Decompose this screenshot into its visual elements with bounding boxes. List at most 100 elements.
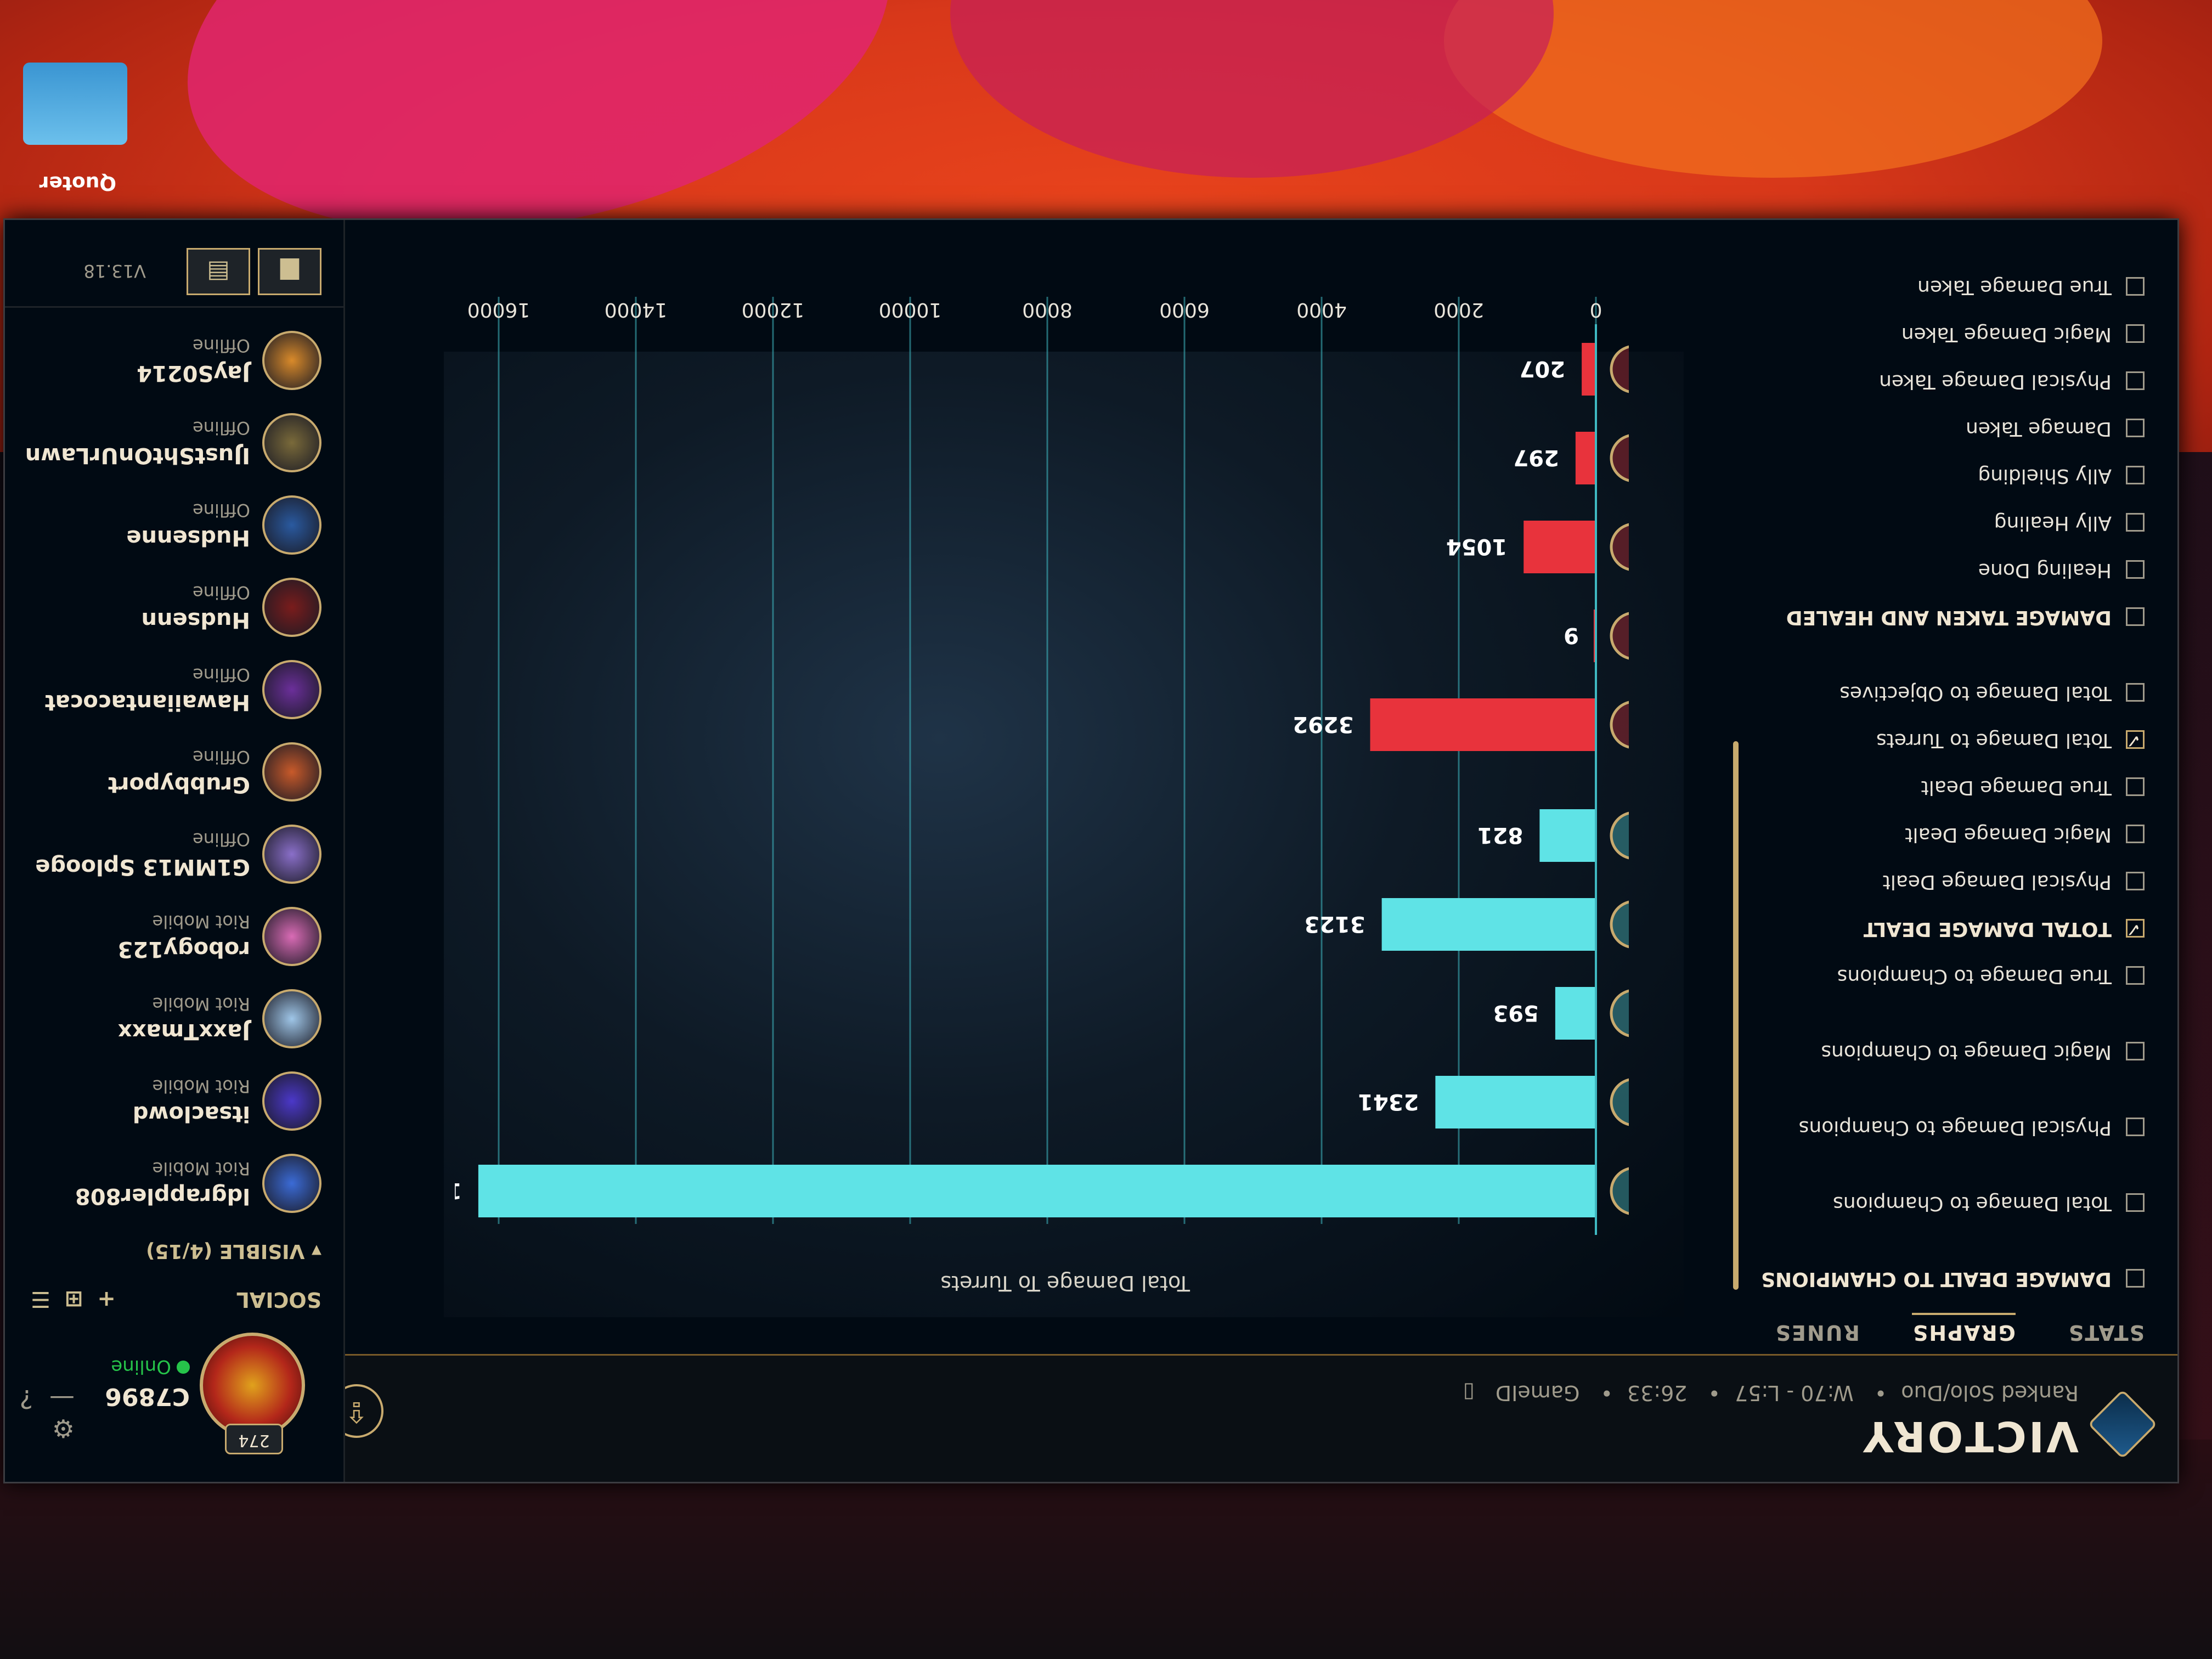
minimize-icon[interactable]: —	[49, 1384, 75, 1414]
x-tick-label: 14000	[605, 298, 668, 321]
checkbox[interactable]	[2126, 371, 2145, 390]
bar[interactable]	[478, 1165, 1596, 1217]
stat-option[interactable]: Total Damage to Champions	[1760, 1138, 2145, 1215]
folder-icon[interactable]	[23, 63, 127, 145]
bar[interactable]	[1539, 809, 1596, 862]
friend-item[interactable]: JaxxTmaxx Riot Mobile	[14, 983, 321, 1054]
bar[interactable]	[1381, 898, 1596, 951]
checkbox[interactable]	[2126, 1042, 2145, 1060]
champion-icon[interactable]	[1610, 900, 1629, 949]
add-group-icon[interactable]: ⊞	[65, 1286, 83, 1312]
checkbox[interactable]	[2126, 277, 2145, 296]
stat-option[interactable]: True Damage Taken	[1760, 251, 2145, 298]
tab-graphs[interactable]: GRAPHS	[1911, 1313, 2016, 1345]
folder-icon[interactable]: ▆	[258, 248, 321, 295]
champion-icon[interactable]	[1610, 1077, 1629, 1127]
game-id[interactable]: GameID	[1496, 1381, 1580, 1405]
stat-list-scrollbar[interactable]	[1733, 741, 1739, 1290]
friend-item[interactable]: itsaclowd Riot Mobile	[14, 1065, 321, 1136]
checkbox[interactable]	[2126, 919, 2145, 938]
friend-item[interactable]: G1MM13 Splooge Offline	[14, 818, 321, 889]
win-loss-record: W:70 - L:57	[1735, 1381, 1854, 1405]
champion-icon[interactable]	[1610, 700, 1629, 749]
friend-status: Offline	[193, 664, 250, 685]
stat-option[interactable]: True Damage to Champions	[1760, 940, 2145, 988]
stat-option[interactable]: True Damage Dealt	[1760, 751, 2145, 799]
stat-option[interactable]: Ally Shielding	[1760, 439, 2145, 487]
system-icons: ⚙—?	[14, 1384, 91, 1443]
checkbox[interactable]	[2126, 825, 2145, 843]
friend-item[interactable]: IJustShtOnUrLawn Offline	[14, 407, 321, 478]
bar[interactable]	[1575, 432, 1596, 484]
champion-icon[interactable]	[1610, 522, 1629, 572]
champion-icon[interactable]	[1610, 989, 1629, 1038]
checkbox[interactable]	[2126, 1269, 2145, 1288]
checkbox[interactable]	[2126, 607, 2145, 626]
stat-option-label: Total Damage to Turrets	[1876, 729, 2112, 752]
friend-item[interactable]: Hudsenn Offline	[14, 571, 321, 642]
friend-status: Riot Mobile	[152, 994, 250, 1014]
friend-name: Hawaiiantacocat	[44, 690, 250, 715]
champion-icon[interactable]	[1610, 611, 1629, 661]
add-friend-icon[interactable]: +	[97, 1286, 116, 1312]
friend-item[interactable]: Grubbyport Offline	[14, 736, 321, 807]
gear-icon[interactable]: ⚙	[52, 1414, 75, 1443]
stat-option[interactable]: DAMAGE TAKEN AND HEALED	[1760, 581, 2145, 629]
bar-value-label: 16297	[455, 1178, 462, 1203]
friend-item[interactable]: Hawaiiantacocat Offline	[14, 653, 321, 725]
friend-avatar	[262, 825, 321, 884]
checkbox[interactable]	[2126, 1118, 2145, 1136]
champion-icon[interactable]	[1610, 1166, 1629, 1216]
bar-value-label: 2341	[1358, 1089, 1419, 1114]
avatar[interactable]	[200, 1333, 305, 1438]
stat-option[interactable]: Magic Damage Dealt	[1760, 798, 2145, 846]
bar[interactable]	[1370, 698, 1596, 751]
checkbox[interactable]	[2126, 872, 2145, 890]
stat-option[interactable]: Ally Healing	[1760, 487, 2145, 534]
help-icon[interactable]: ?	[20, 1384, 33, 1414]
stat-option[interactable]: Healing Done	[1760, 534, 2145, 582]
checkbox[interactable]	[2126, 683, 2145, 702]
champion-icon[interactable]	[1610, 345, 1629, 394]
checkbox[interactable]	[2126, 730, 2145, 749]
stat-option[interactable]: Physical Damage Taken	[1760, 345, 2145, 393]
checkbox[interactable]	[2126, 513, 2145, 532]
stat-option-label: Total Damage to Objectives	[1839, 682, 2112, 704]
bar[interactable]	[1555, 987, 1596, 1040]
checkbox[interactable]	[2126, 966, 2145, 985]
tab-runes[interactable]: RUNES	[1775, 1315, 1860, 1345]
notes-icon[interactable]: ▤	[187, 248, 250, 295]
stat-option[interactable]: Physical Damage Dealt	[1760, 845, 2145, 893]
bar[interactable]	[1435, 1076, 1596, 1128]
summoner-level: 274	[225, 1424, 283, 1454]
stat-option[interactable]: TOTAL DAMAGE DEALT	[1760, 893, 2145, 940]
stat-option[interactable]: Total Damage to Objectives	[1760, 628, 2145, 704]
stat-option[interactable]: Physical Damage to Champions	[1760, 1063, 2145, 1139]
checkbox[interactable]	[2126, 419, 2145, 437]
online-status[interactable]: Online	[111, 1356, 190, 1378]
stat-option[interactable]: Magic Damage Taken	[1760, 298, 2145, 346]
list-icon[interactable]: ☰	[31, 1286, 50, 1312]
copy-icon[interactable]: ▯	[1463, 1381, 1475, 1405]
checkbox[interactable]	[2126, 466, 2145, 484]
stat-option[interactable]: Total Damage to Turrets	[1760, 704, 2145, 752]
checkbox[interactable]	[2126, 560, 2145, 579]
friend-item[interactable]: Hudsenne Offline	[14, 489, 321, 560]
stat-option[interactable]: Magic Damage to Champions	[1760, 987, 2145, 1063]
friend-item[interactable]: ldgrappler808 Riot Mobile	[14, 1147, 321, 1218]
checkbox[interactable]	[2126, 1193, 2145, 1212]
friend-item[interactable]: robogy123 Riot Mobile	[14, 900, 321, 972]
checkbox[interactable]	[2126, 324, 2145, 343]
champion-icon[interactable]	[1610, 811, 1629, 860]
friend-item[interactable]: JayS0214 Offline	[14, 324, 321, 396]
visible-group-header[interactable]: ▾ VISIBLE (4/15)	[146, 1240, 321, 1262]
checkbox[interactable]	[2126, 777, 2145, 796]
bar[interactable]	[1582, 343, 1596, 396]
tab-stats[interactable]: STATS	[2068, 1315, 2145, 1345]
stat-option[interactable]: Damage Taken	[1760, 392, 2145, 440]
stat-option-label: Ally Shielding	[1978, 465, 2112, 487]
stat-option[interactable]: DAMAGE DEALT TO CHAMPIONS	[1760, 1214, 2145, 1290]
champion-icon[interactable]	[1610, 433, 1629, 483]
summoner-name: C7896	[105, 1383, 190, 1410]
bar[interactable]	[1523, 521, 1596, 573]
